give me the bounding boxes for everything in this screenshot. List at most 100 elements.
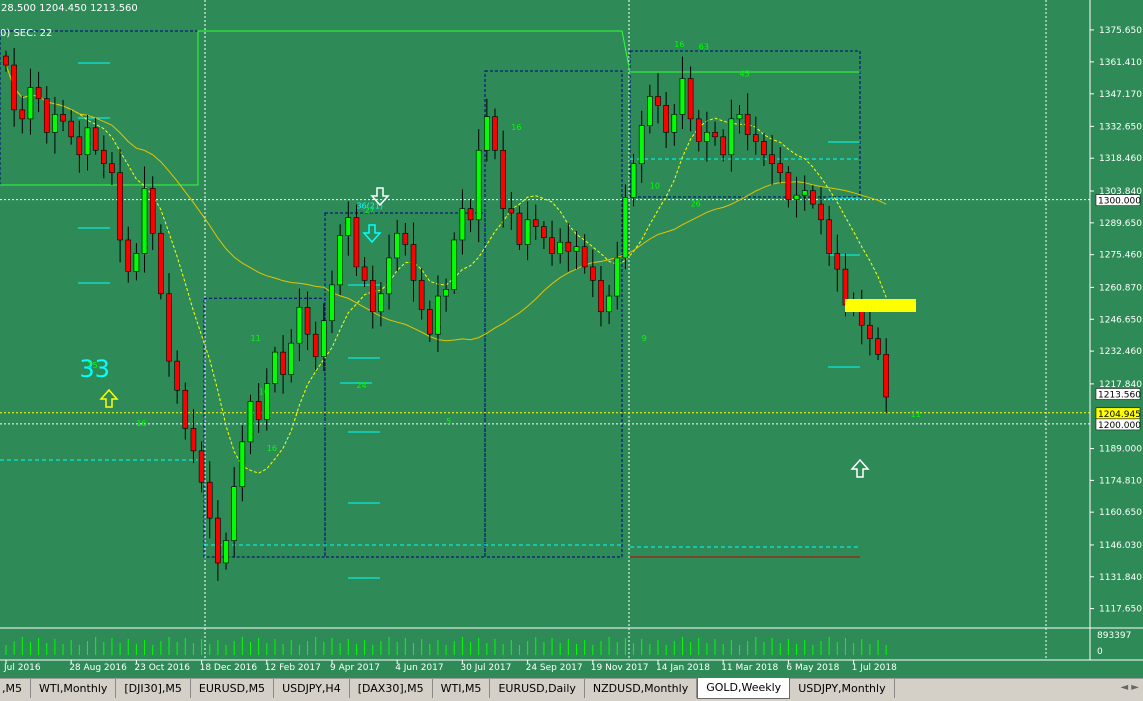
chart-tab[interactable]: WTI,M5 bbox=[433, 679, 491, 698]
candle[interactable] bbox=[19, 95, 26, 134]
candle[interactable] bbox=[182, 382, 189, 440]
chart-tab[interactable]: [DAX30],M5 bbox=[350, 679, 433, 698]
candle[interactable] bbox=[728, 99, 735, 172]
candle[interactable] bbox=[647, 84, 653, 134]
candle[interactable] bbox=[614, 241, 621, 310]
candle[interactable] bbox=[321, 303, 327, 372]
candle[interactable] bbox=[337, 224, 343, 295]
candle[interactable] bbox=[149, 176, 156, 251]
candle[interactable] bbox=[198, 441, 205, 493]
candle[interactable] bbox=[263, 368, 270, 431]
candle[interactable] bbox=[761, 133, 767, 166]
candle[interactable] bbox=[43, 86, 50, 144]
candle[interactable] bbox=[451, 232, 458, 294]
candle[interactable] bbox=[402, 222, 409, 256]
candle[interactable] bbox=[810, 185, 816, 209]
candle[interactable] bbox=[679, 56, 686, 129]
candle[interactable] bbox=[508, 191, 515, 230]
candle[interactable] bbox=[573, 231, 580, 270]
candle[interactable] bbox=[272, 346, 278, 393]
candle[interactable] bbox=[410, 222, 417, 302]
candle[interactable] bbox=[801, 175, 808, 211]
candle[interactable] bbox=[541, 221, 547, 249]
candle[interactable] bbox=[549, 220, 555, 266]
candle[interactable] bbox=[777, 147, 784, 183]
chart-tab[interactable]: GOLD,Weekly bbox=[697, 678, 791, 699]
candle[interactable] bbox=[353, 204, 360, 276]
candle[interactable] bbox=[11, 47, 17, 127]
candle[interactable] bbox=[492, 108, 498, 160]
candle[interactable] bbox=[76, 120, 83, 173]
candle[interactable] bbox=[858, 289, 865, 345]
candle[interactable] bbox=[101, 135, 107, 179]
candle[interactable] bbox=[557, 228, 564, 264]
candle[interactable] bbox=[736, 104, 743, 134]
candle[interactable] bbox=[744, 93, 751, 151]
candle[interactable] bbox=[117, 149, 123, 263]
candle[interactable] bbox=[280, 335, 286, 394]
candle[interactable] bbox=[133, 243, 140, 281]
chart-tab[interactable]: USDJPY,H4 bbox=[274, 679, 350, 698]
candle[interactable] bbox=[35, 71, 42, 113]
candle[interactable] bbox=[752, 116, 759, 155]
candle[interactable] bbox=[565, 223, 572, 272]
candle[interactable] bbox=[516, 206, 523, 251]
candle[interactable] bbox=[223, 532, 229, 570]
candle[interactable] bbox=[84, 114, 91, 171]
candle[interactable] bbox=[231, 466, 237, 558]
candle[interactable] bbox=[68, 109, 74, 145]
candle[interactable] bbox=[581, 234, 588, 274]
tab-scroll-arrows[interactable]: ◄ ► bbox=[1120, 682, 1139, 693]
candle[interactable] bbox=[467, 199, 474, 233]
candle[interactable] bbox=[532, 204, 539, 240]
candle[interactable] bbox=[712, 121, 718, 146]
candle[interactable] bbox=[296, 288, 303, 362]
candle[interactable] bbox=[329, 270, 335, 334]
candle[interactable] bbox=[109, 152, 115, 186]
candle[interactable] bbox=[793, 176, 800, 218]
candle[interactable] bbox=[704, 111, 710, 162]
chart-canvas[interactable]: 3336(21)16 6345161026111024169511251627 8… bbox=[0, 0, 1143, 678]
candle[interactable] bbox=[769, 135, 775, 186]
candle[interactable] bbox=[288, 329, 295, 383]
candle[interactable] bbox=[695, 109, 702, 152]
candle[interactable] bbox=[589, 249, 596, 298]
chart-tab[interactable]: EURUSD,Daily bbox=[490, 679, 585, 698]
candle[interactable] bbox=[247, 394, 254, 455]
chart-tab[interactable]: EURUSD,M5 bbox=[191, 679, 275, 698]
candle[interactable] bbox=[418, 268, 425, 320]
candle[interactable] bbox=[867, 310, 873, 356]
candle[interactable] bbox=[818, 187, 824, 235]
candle[interactable] bbox=[663, 91, 669, 149]
candle[interactable] bbox=[785, 165, 792, 208]
candle[interactable] bbox=[369, 265, 376, 329]
candle[interactable] bbox=[215, 500, 221, 581]
candle[interactable] bbox=[655, 73, 661, 124]
candle[interactable] bbox=[687, 66, 694, 132]
candle[interactable] bbox=[206, 461, 213, 539]
candle[interactable] bbox=[524, 201, 531, 261]
candle[interactable] bbox=[60, 100, 66, 132]
candle[interactable] bbox=[606, 284, 612, 325]
candle[interactable] bbox=[304, 291, 311, 350]
candle[interactable] bbox=[435, 275, 441, 353]
chart-tab[interactable]: USDJPY,Monthly bbox=[790, 679, 895, 698]
chart-tab[interactable]: WTI,Monthly bbox=[31, 679, 117, 698]
candle[interactable] bbox=[834, 234, 841, 292]
candle[interactable] bbox=[484, 98, 490, 162]
price-chart[interactable]: 33 36(21) 16 63 45 16 10 26 11 10 24 16 9 5 11 25 16 27 8… bbox=[0, 0, 1143, 678]
candle[interactable] bbox=[875, 327, 881, 360]
candle[interactable] bbox=[459, 189, 466, 255]
chart-tab[interactable]: NZDUSD,Monthly bbox=[585, 679, 698, 698]
candle[interactable] bbox=[166, 273, 172, 377]
candle[interactable] bbox=[630, 153, 637, 207]
chart-tab[interactable]: [DJI30],M5 bbox=[116, 679, 191, 698]
candle[interactable] bbox=[174, 350, 180, 404]
candle[interactable] bbox=[386, 234, 392, 310]
candle[interactable] bbox=[345, 201, 352, 256]
candle[interactable] bbox=[312, 321, 319, 371]
candle[interactable] bbox=[52, 96, 58, 154]
candle[interactable] bbox=[394, 219, 401, 272]
candle[interactable] bbox=[622, 184, 629, 270]
candle[interactable] bbox=[361, 257, 368, 288]
